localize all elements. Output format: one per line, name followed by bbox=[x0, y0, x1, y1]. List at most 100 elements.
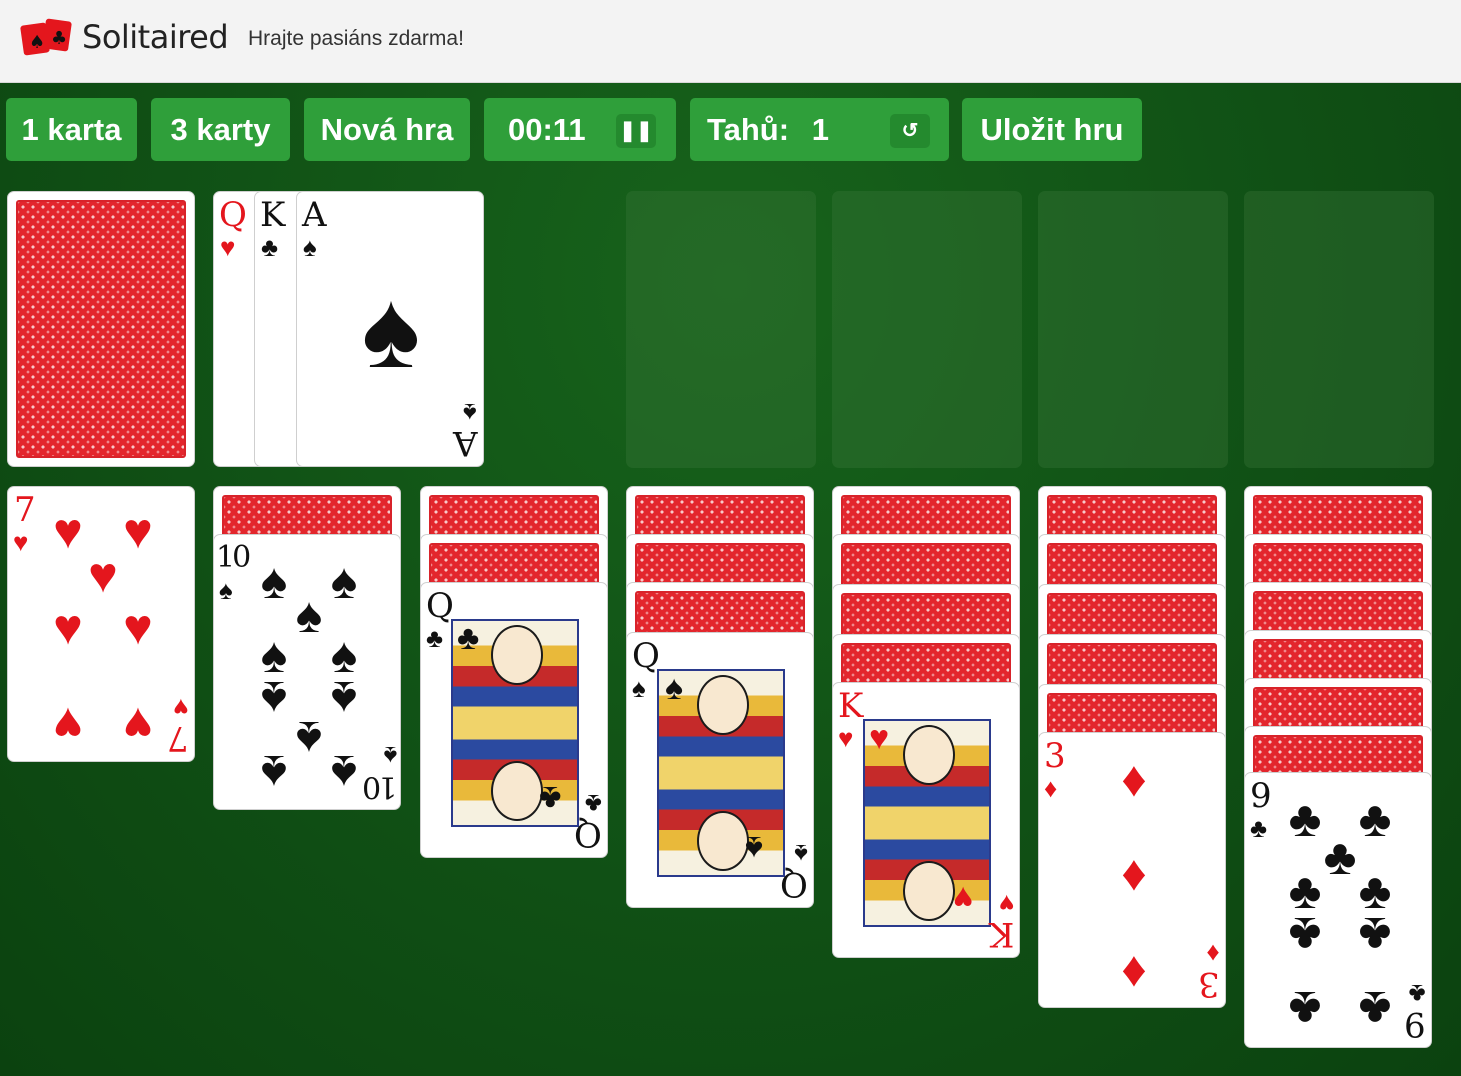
card-rank: 10 bbox=[364, 769, 397, 804]
card-suit: ♠ bbox=[219, 575, 233, 605]
svg-text:♣: ♣ bbox=[51, 28, 67, 49]
club-icon: ♣ bbox=[1288, 791, 1322, 847]
heart-icon: ♥ bbox=[53, 697, 83, 753]
card-suit: ♥ bbox=[220, 232, 236, 262]
card-suit: ♣ bbox=[584, 789, 602, 819]
spade-icon: ♠ bbox=[330, 745, 358, 801]
moves-count: 1 bbox=[811, 112, 829, 147]
spade-icon: ♠ bbox=[330, 671, 358, 727]
spade-icon: ♠ bbox=[330, 553, 358, 609]
card-rank: 3 bbox=[1044, 736, 1066, 776]
card-rank: 9 bbox=[1404, 1004, 1426, 1044]
club-icon: ♣ bbox=[1288, 981, 1322, 1037]
save-game-button[interactable]: Uložit hru bbox=[962, 98, 1142, 161]
playing-cards-logo[interactable]: ♠ ♣ bbox=[20, 18, 74, 56]
card-corner-bottom: 3 ♦ bbox=[1198, 939, 1220, 1004]
tableau-card-10-spades[interactable]: 10 ♠ ♠ ♠ ♠ ♠ ♠ ♠ ♠ ♠ ♠ ♠ 10 ♠ bbox=[213, 534, 401, 810]
card-corner-bottom: 9 ♣ bbox=[1404, 979, 1426, 1044]
card-suit: ♥ bbox=[173, 693, 189, 723]
card-suit: ♥ bbox=[838, 723, 854, 753]
card-suit: ♦ bbox=[1044, 773, 1058, 803]
game-table: 1 karta 3 karty Nová hra 00:11 ❚❚ Tahů: … bbox=[0, 83, 1461, 1076]
tableau-card-3-diamonds[interactable]: 3 ♦ ♦ ♦ ♦ 3 ♦ bbox=[1038, 732, 1226, 1008]
card-suit: ♥ bbox=[13, 527, 29, 557]
foundation-slot[interactable] bbox=[1038, 191, 1228, 468]
card-rank: Q bbox=[574, 814, 602, 854]
club-icon: ♣ bbox=[1358, 791, 1392, 847]
spade-icon: ♠ bbox=[260, 671, 288, 727]
card-rank: 10 bbox=[216, 540, 251, 575]
card-suit: ♣ bbox=[261, 232, 279, 262]
card-suit: ♠ bbox=[383, 741, 397, 771]
card-rank: 7 bbox=[14, 490, 36, 530]
three-cards-button[interactable]: 3 karty bbox=[151, 98, 290, 161]
tableau-card-queen-spades[interactable]: Q ♠ ♠ ♠ Q ♠ bbox=[626, 632, 814, 908]
tableau-card-9-clubs[interactable]: 9 ♣ ♣ ♣ ♣ ♣ ♣ ♣ ♣ ♣ ♣ 9 ♣ bbox=[1244, 772, 1432, 1048]
new-game-label: Nová hra bbox=[320, 112, 454, 147]
heart-icon: ♥ bbox=[123, 697, 153, 753]
spade-icon: ♠ bbox=[665, 669, 684, 707]
card-rank: Q bbox=[219, 195, 247, 235]
tableau-card-7-hearts[interactable]: 7 ♥ ♥ ♥ ♥ ♥ ♥ ♥ ♥ 7 ♥ bbox=[7, 486, 195, 762]
new-game-button[interactable]: Nová hra bbox=[304, 98, 470, 161]
card-rank: 9 bbox=[1250, 776, 1272, 816]
card-rank: A bbox=[453, 423, 478, 463]
card-rank: 3 bbox=[1198, 964, 1220, 1004]
card-suit: ♥ bbox=[998, 889, 1014, 919]
heart-icon: ♥ bbox=[53, 503, 83, 559]
card-rank: K bbox=[988, 914, 1014, 954]
club-icon: ♣ bbox=[1288, 907, 1322, 963]
foundation-slot[interactable] bbox=[626, 191, 816, 468]
brand-name[interactable]: Solitaired bbox=[82, 18, 229, 56]
card-suit: ♣ bbox=[1250, 813, 1268, 843]
moves-box: Tahů: 1 ↺ bbox=[690, 98, 949, 161]
tableau-card-queen-clubs[interactable]: Q ♣ ♣ ♣ Q ♣ bbox=[420, 582, 608, 858]
card-corner-bottom: Q ♣ bbox=[574, 789, 602, 854]
spade-icon: ♠ bbox=[260, 745, 288, 801]
undo-icon[interactable]: ↺ bbox=[890, 114, 930, 148]
club-icon: ♣ bbox=[1323, 829, 1357, 885]
spade-icon: ♠ bbox=[260, 553, 288, 609]
one-card-label: 1 karta bbox=[21, 112, 122, 147]
card-suit: ♠ bbox=[463, 398, 477, 428]
card-rank: 7 bbox=[167, 718, 189, 758]
spade-icon: ♠ bbox=[295, 587, 323, 643]
save-game-label: Uložit hru bbox=[980, 112, 1124, 147]
heart-icon: ♥ bbox=[53, 599, 83, 655]
card-suit: ♣ bbox=[1408, 979, 1426, 1009]
card-corner-bottom: A ♠ bbox=[453, 398, 478, 463]
card-corner-bottom: K ♥ bbox=[988, 889, 1014, 954]
club-icon: ♣ bbox=[1358, 981, 1392, 1037]
card-rank: Q bbox=[426, 586, 454, 626]
heart-icon: ♥ bbox=[123, 503, 153, 559]
spade-icon: ♠ bbox=[295, 711, 323, 767]
club-icon: ♣ bbox=[539, 779, 562, 817]
card-corner-bottom: 7 ♥ bbox=[167, 693, 189, 758]
waste-card-ace-spades[interactable]: A ♠ ♠ A ♠ bbox=[296, 191, 484, 467]
moves-label: Tahů: bbox=[707, 112, 790, 147]
tableau-card-king-hearts[interactable]: K ♥ ♥ ♥ K ♥ bbox=[832, 682, 1020, 958]
diamond-icon: ♦ bbox=[1121, 941, 1147, 997]
card-rank: Q bbox=[780, 864, 808, 904]
card-rank: K bbox=[260, 195, 286, 235]
stock-pile[interactable] bbox=[7, 191, 195, 467]
one-card-button[interactable]: 1 karta bbox=[6, 98, 137, 161]
foundation-slot[interactable] bbox=[1244, 191, 1434, 468]
heart-icon: ♥ bbox=[123, 599, 153, 655]
timer-value: 00:11 bbox=[508, 112, 586, 147]
card-rank: Q bbox=[632, 636, 660, 676]
spade-icon: ♠ bbox=[745, 829, 764, 867]
card-suit: ♠ bbox=[794, 839, 808, 869]
card-suit: ♠ bbox=[632, 673, 646, 703]
card-corner-bottom: Q ♠ bbox=[780, 839, 808, 904]
three-cards-label: 3 karty bbox=[170, 112, 271, 147]
heart-icon: ♥ bbox=[869, 719, 890, 757]
heart-icon: ♥ bbox=[88, 547, 118, 603]
pause-icon[interactable]: ❚❚ bbox=[616, 114, 656, 148]
card-suit: ♣ bbox=[426, 623, 444, 653]
card-suit: ♦ bbox=[1206, 939, 1220, 969]
club-icon: ♣ bbox=[457, 619, 480, 657]
foundation-slot[interactable] bbox=[832, 191, 1022, 468]
card-rank: K bbox=[838, 686, 864, 726]
card-rank: A bbox=[302, 195, 327, 235]
